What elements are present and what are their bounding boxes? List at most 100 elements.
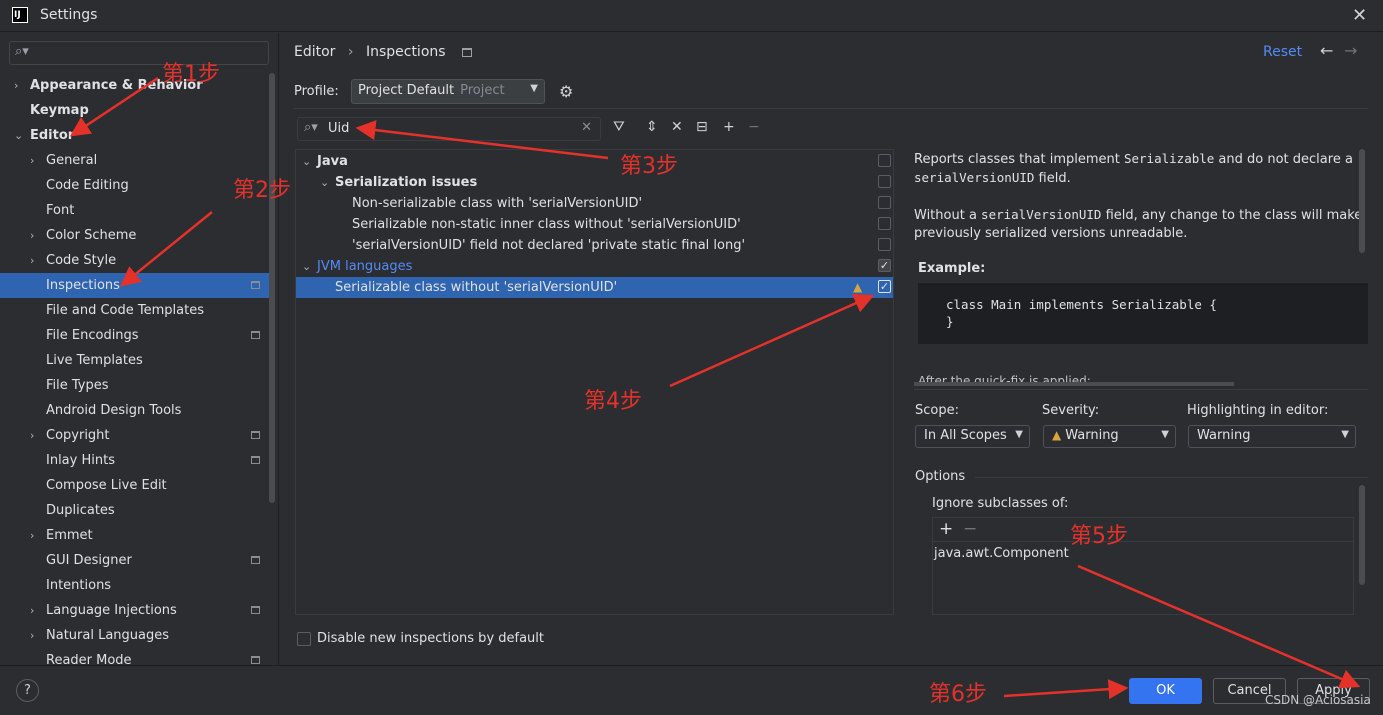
sidebar-item-label: Code Style [46, 253, 117, 268]
disable-new-inspections-checkbox[interactable]: Disable new inspections by default [297, 631, 544, 646]
sidebar-item[interactable]: Font [0, 198, 270, 223]
chevron-right-icon[interactable]: › [30, 423, 42, 448]
chevron-down-icon[interactable]: ⌄ [302, 256, 311, 277]
ok-button[interactable]: OK [1129, 678, 1202, 704]
inspection-row[interactable]: ⌄ Java [296, 151, 893, 172]
options-scrollbar[interactable] [1359, 485, 1365, 585]
severity-dropdown[interactable]: ▲ Warning ▼ [1043, 425, 1176, 448]
inspection-checkbox[interactable] [878, 217, 891, 230]
remove-icon[interactable]: − [748, 119, 760, 135]
sidebar-item[interactable]: Inlay Hints [0, 448, 270, 473]
chevron-right-icon[interactable]: › [30, 248, 42, 273]
inspection-row[interactable]: Non-serializable class with 'serialVersi… [296, 193, 893, 214]
reset-to-default-icon[interactable]: ⊟ [696, 119, 708, 135]
sidebar-item-label: Reader Mode [46, 653, 132, 665]
annotation-step-5: 第5步 [1070, 524, 1128, 549]
sidebar-item[interactable]: Live Templates [0, 348, 270, 373]
add-icon[interactable]: + [939, 519, 953, 539]
remove-icon[interactable]: − [963, 519, 977, 539]
chevron-down-icon: ▼ [1015, 429, 1023, 440]
ignore-subclasses-label: Ignore subclasses of: [932, 496, 1069, 511]
chevron-right-icon[interactable]: › [14, 73, 26, 98]
back-arrow-icon[interactable]: ← [1320, 41, 1333, 60]
chevron-down-icon[interactable]: ⌄ [14, 123, 26, 148]
clear-icon[interactable]: ✕ [581, 120, 592, 135]
desc-code: serialVersionUID [981, 207, 1102, 222]
csdn-watermark: CSDN @Aciosasia [1265, 693, 1371, 707]
sidebar-item-label: General [46, 153, 98, 168]
highlighting-dropdown[interactable]: Warning ▼ [1188, 425, 1356, 448]
sidebar-item[interactable]: › General [0, 148, 270, 173]
project-settings-icon [251, 431, 260, 439]
inspection-checkbox[interactable]: ✓ [878, 280, 891, 293]
scope-label: Scope: [915, 403, 959, 418]
filter-icon[interactable]: ⛛ [613, 119, 625, 135]
inspection-checkbox[interactable]: ✓ [878, 259, 891, 272]
chevron-right-icon[interactable]: › [30, 623, 42, 648]
inspection-checkbox[interactable] [878, 196, 891, 209]
forward-arrow-icon[interactable]: → [1344, 41, 1357, 60]
inspection-row[interactable]: Serializable non-static inner class with… [296, 214, 893, 235]
sidebar-item[interactable]: › Color Scheme [0, 223, 270, 248]
inspection-checkbox[interactable] [878, 154, 891, 167]
sidebar-item[interactable]: › Code Style [0, 248, 270, 273]
sidebar-item-label: Emmet [46, 528, 93, 543]
collapse-all-icon[interactable]: ✕ [671, 119, 683, 135]
sidebar-item[interactable]: Reader Mode [0, 648, 270, 665]
sidebar-item[interactable]: Compose Live Edit [0, 473, 270, 498]
chevron-right-icon[interactable]: › [30, 148, 42, 173]
example-heading: Example: [918, 261, 986, 276]
breadcrumb-inspections: Inspections [365, 44, 446, 60]
sidebar-item[interactable]: Inspections [0, 273, 270, 298]
annotation-step-1: 第1步 [162, 62, 220, 87]
scope-dropdown[interactable]: In All Scopes ▼ [915, 425, 1030, 448]
sidebar-item[interactable]: Android Design Tools [0, 398, 270, 423]
close-icon[interactable]: ✕ [1352, 5, 1367, 26]
horizontal-scrollbar[interactable] [914, 382, 1234, 386]
chevron-down-icon[interactable]: ⌄ [320, 172, 329, 193]
chevron-right-icon[interactable]: › [30, 523, 42, 548]
help-icon[interactable]: ? [16, 679, 39, 702]
sidebar-item[interactable]: Keymap [0, 98, 270, 123]
sidebar-scrollbar[interactable] [269, 73, 275, 503]
list-item[interactable]: java.awt.Component [934, 546, 1069, 561]
inspection-row[interactable]: ⌄ Serialization issues [296, 172, 893, 193]
chevron-right-icon[interactable]: › [30, 598, 42, 623]
window-title: Settings [40, 7, 98, 23]
settings-search-input[interactable]: ⌕▾ [9, 41, 269, 65]
search-icon: ⌕▾ [15, 44, 29, 59]
sidebar-item-label: Compose Live Edit [46, 478, 167, 493]
chevron-down-icon[interactable]: ⌄ [302, 151, 311, 172]
inspection-search-input[interactable]: ⌕▾ Uid ✕ [297, 117, 601, 141]
sidebar-item[interactable]: › Natural Languages [0, 623, 270, 648]
profile-dropdown[interactable]: Project Default Project ▼ [351, 79, 545, 104]
description-scrollbar[interactable] [1359, 149, 1365, 253]
sidebar-item[interactable]: File Encodings [0, 323, 270, 348]
sidebar-item[interactable]: File and Code Templates [0, 298, 270, 323]
chevron-right-icon[interactable]: › [30, 223, 42, 248]
add-icon[interactable]: + [723, 119, 735, 135]
sidebar-item[interactable]: › Appearance & Behavior [0, 73, 270, 98]
sidebar-item[interactable]: GUI Designer [0, 548, 270, 573]
sidebar-item[interactable]: › Language Injections [0, 598, 270, 623]
profile-value: Project Default [358, 83, 455, 98]
inspection-row[interactable]: 'serialVersionUID' field not declared 'p… [296, 235, 893, 256]
project-settings-icon [251, 556, 260, 564]
sidebar-item[interactable]: Duplicates [0, 498, 270, 523]
sidebar-item[interactable]: › Copyright [0, 423, 270, 448]
inspection-row[interactable]: ⌄ JVM languages ✓ [296, 256, 893, 277]
sidebar-item-label: Color Scheme [46, 228, 137, 243]
sidebar-item[interactable]: ⌄ Editor [0, 123, 270, 148]
sidebar-item[interactable]: › Emmet [0, 523, 270, 548]
breadcrumb-editor[interactable]: Editor [294, 44, 335, 60]
expand-all-icon[interactable]: ⇕ [646, 119, 658, 135]
sidebar-item[interactable]: Intentions [0, 573, 270, 598]
reset-link[interactable]: Reset [1263, 44, 1302, 60]
inspection-checkbox[interactable] [878, 238, 891, 251]
inspection-label: JVM languages [317, 259, 413, 274]
sidebar-item[interactable]: File Types [0, 373, 270, 398]
gear-icon[interactable]: ⚙ [559, 82, 573, 101]
sidebar-item[interactable]: Code Editing [0, 173, 270, 198]
inspection-checkbox[interactable] [878, 175, 891, 188]
inspection-row[interactable]: Serializable class without 'serialVersio… [296, 277, 893, 298]
